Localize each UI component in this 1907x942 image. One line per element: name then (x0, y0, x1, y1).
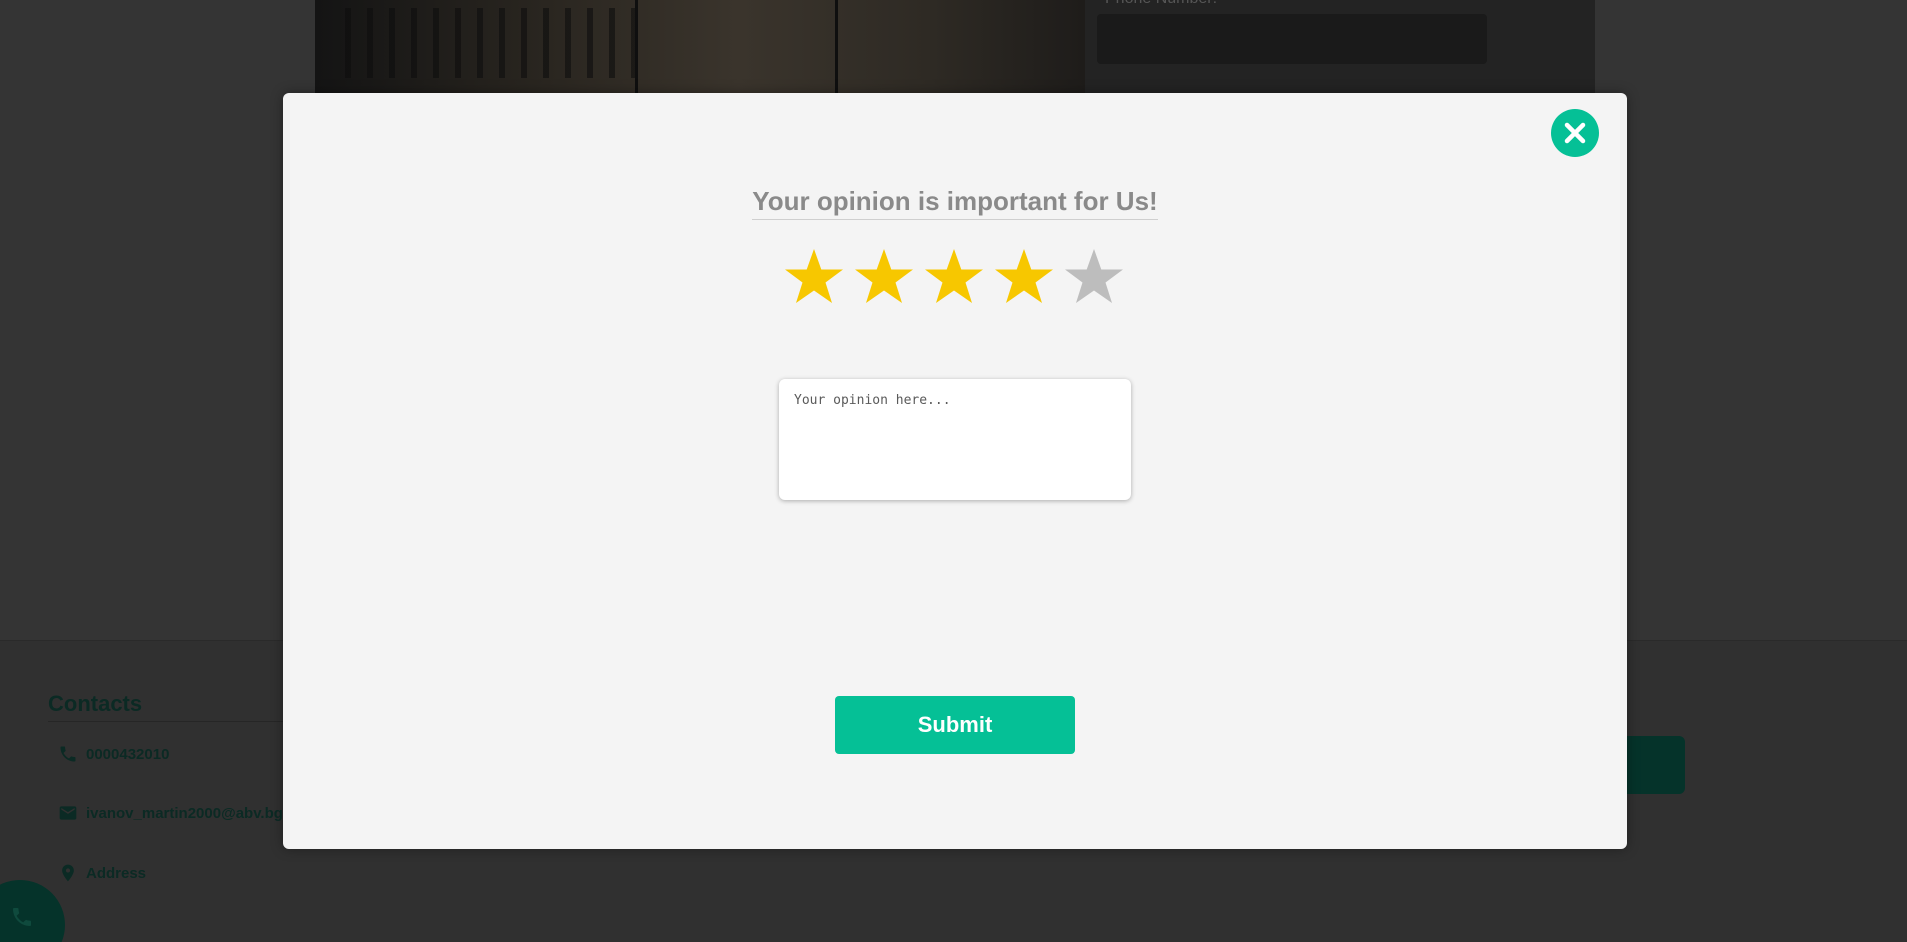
submit-button[interactable]: Submit (835, 696, 1075, 754)
star-icon[interactable] (1059, 243, 1129, 313)
contact-phone-text: 0000432010 (86, 745, 170, 763)
close-icon (1564, 122, 1586, 144)
phone-icon (13, 908, 31, 926)
star-icon[interactable] (989, 243, 1059, 313)
location-pin-icon (58, 863, 78, 883)
star-rating[interactable] (779, 243, 1129, 313)
contact-email: ivanov_martin2000@abv.bg (58, 803, 283, 823)
star-icon[interactable] (919, 243, 989, 313)
contacts-title: Contacts (48, 691, 288, 722)
phone-number-label: Phone Number: (1105, 0, 1217, 8)
contact-address-text: Address (86, 864, 147, 882)
email-icon (58, 803, 78, 823)
phone-number-input (1097, 14, 1487, 64)
hero-image (315, 0, 1085, 95)
contact-form-panel: Phone Number: (1085, 0, 1595, 95)
feedback-modal: Your opinion is important for Us! Submit (283, 93, 1627, 849)
contact-phone: 0000432010 (58, 744, 169, 764)
star-icon[interactable] (779, 243, 849, 313)
star-icon[interactable] (849, 243, 919, 313)
hero-section: Phone Number: (315, 0, 1595, 95)
modal-title: Your opinion is important for Us! (283, 186, 1627, 220)
modal-title-text: Your opinion is important for Us! (752, 186, 1158, 220)
contact-email-text: ivanov_martin2000@abv.bg (86, 804, 283, 822)
contact-address: Address (58, 863, 146, 883)
close-button[interactable] (1551, 109, 1599, 157)
opinion-textarea[interactable] (779, 379, 1131, 500)
phone-icon (58, 744, 78, 764)
